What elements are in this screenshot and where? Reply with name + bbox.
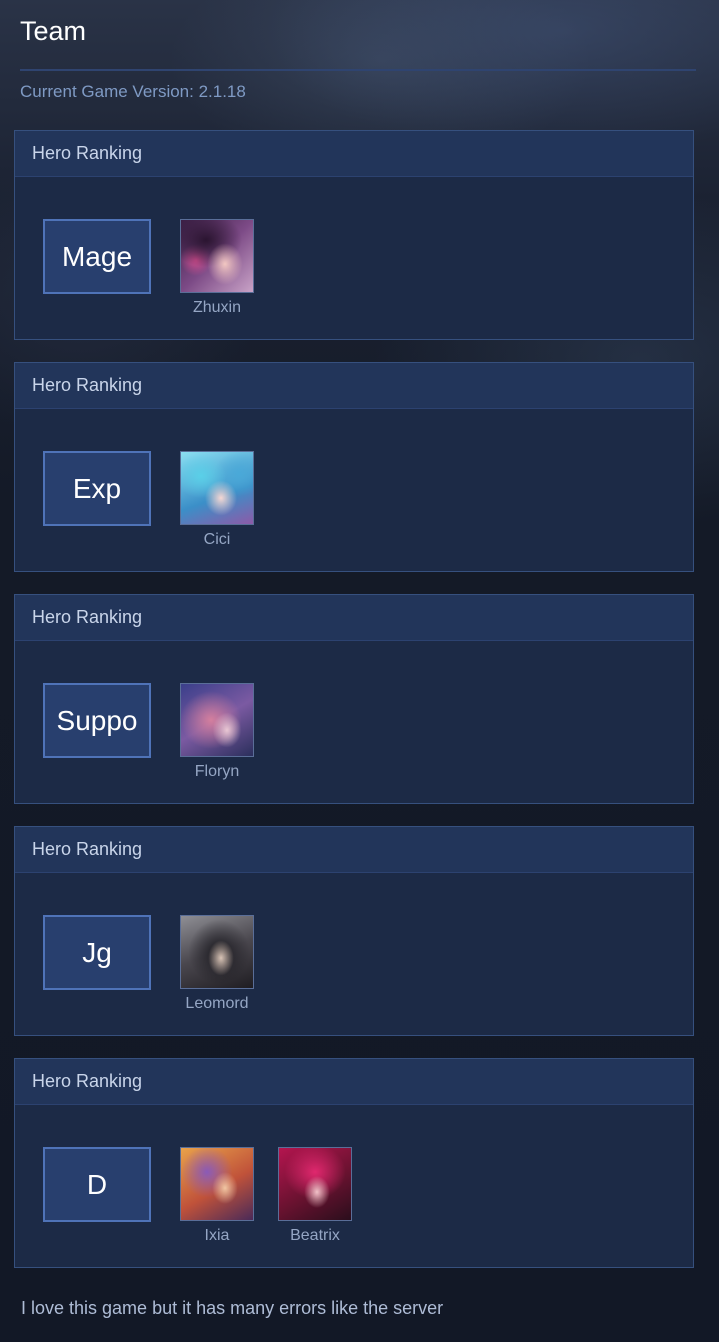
hero-item-ixia[interactable]: Ixia: [179, 1147, 255, 1245]
title-divider: [20, 69, 696, 71]
hero-item-beatrix[interactable]: Beatrix: [277, 1147, 353, 1245]
user-comment: I love this game but it has many errors …: [21, 1298, 444, 1318]
floryn-portrait-icon[interactable]: [180, 683, 254, 757]
card-header: Hero Ranking: [15, 131, 693, 177]
hero-name: Leomord: [185, 995, 249, 1012]
hero-name: Ixia: [204, 1227, 230, 1244]
hero-ranking-card-support: Hero Ranking Suppo Floryn: [14, 594, 694, 804]
hero-name: Zhuxin: [192, 299, 242, 316]
hero-name: Floryn: [194, 763, 240, 780]
cici-portrait-icon[interactable]: [180, 451, 254, 525]
hero-name: Beatrix: [290, 1227, 340, 1244]
hero-ranking-card-exp: Hero Ranking Exp Cici: [14, 362, 694, 572]
zhuxin-portrait-icon[interactable]: [180, 219, 254, 293]
hero-name: Cici: [203, 531, 231, 548]
card-header: Hero Ranking: [15, 1059, 693, 1105]
role-label-d[interactable]: D: [43, 1147, 151, 1222]
hero-ranking-card-mage: Hero Ranking Mage Zhuxin: [14, 130, 694, 340]
card-header: Hero Ranking: [15, 363, 693, 409]
card-header: Hero Ranking: [15, 827, 693, 873]
hero-item-zhuxin[interactable]: Zhuxin: [179, 219, 255, 317]
hero-item-cici[interactable]: Cici: [179, 451, 255, 549]
role-label-jungle[interactable]: Jg: [43, 915, 151, 990]
page-title: Team: [20, 16, 87, 46]
role-label-mage[interactable]: Mage: [43, 219, 151, 294]
role-label-exp[interactable]: Exp: [43, 451, 151, 526]
leomord-portrait-icon[interactable]: [180, 915, 254, 989]
hero-item-leomord[interactable]: Leomord: [179, 915, 255, 1013]
hero-item-floryn[interactable]: Floryn: [179, 683, 255, 781]
card-header: Hero Ranking: [15, 595, 693, 641]
beatrix-portrait-icon[interactable]: [278, 1147, 352, 1221]
game-version: Current Game Version: 2.1.18: [20, 82, 246, 101]
role-label-support[interactable]: Suppo: [43, 683, 151, 758]
hero-ranking-card-jungle: Hero Ranking Jg Leomord: [14, 826, 694, 1036]
ixia-portrait-icon[interactable]: [180, 1147, 254, 1221]
hero-ranking-card-d: Hero Ranking D Ixia Beatrix: [14, 1058, 694, 1268]
